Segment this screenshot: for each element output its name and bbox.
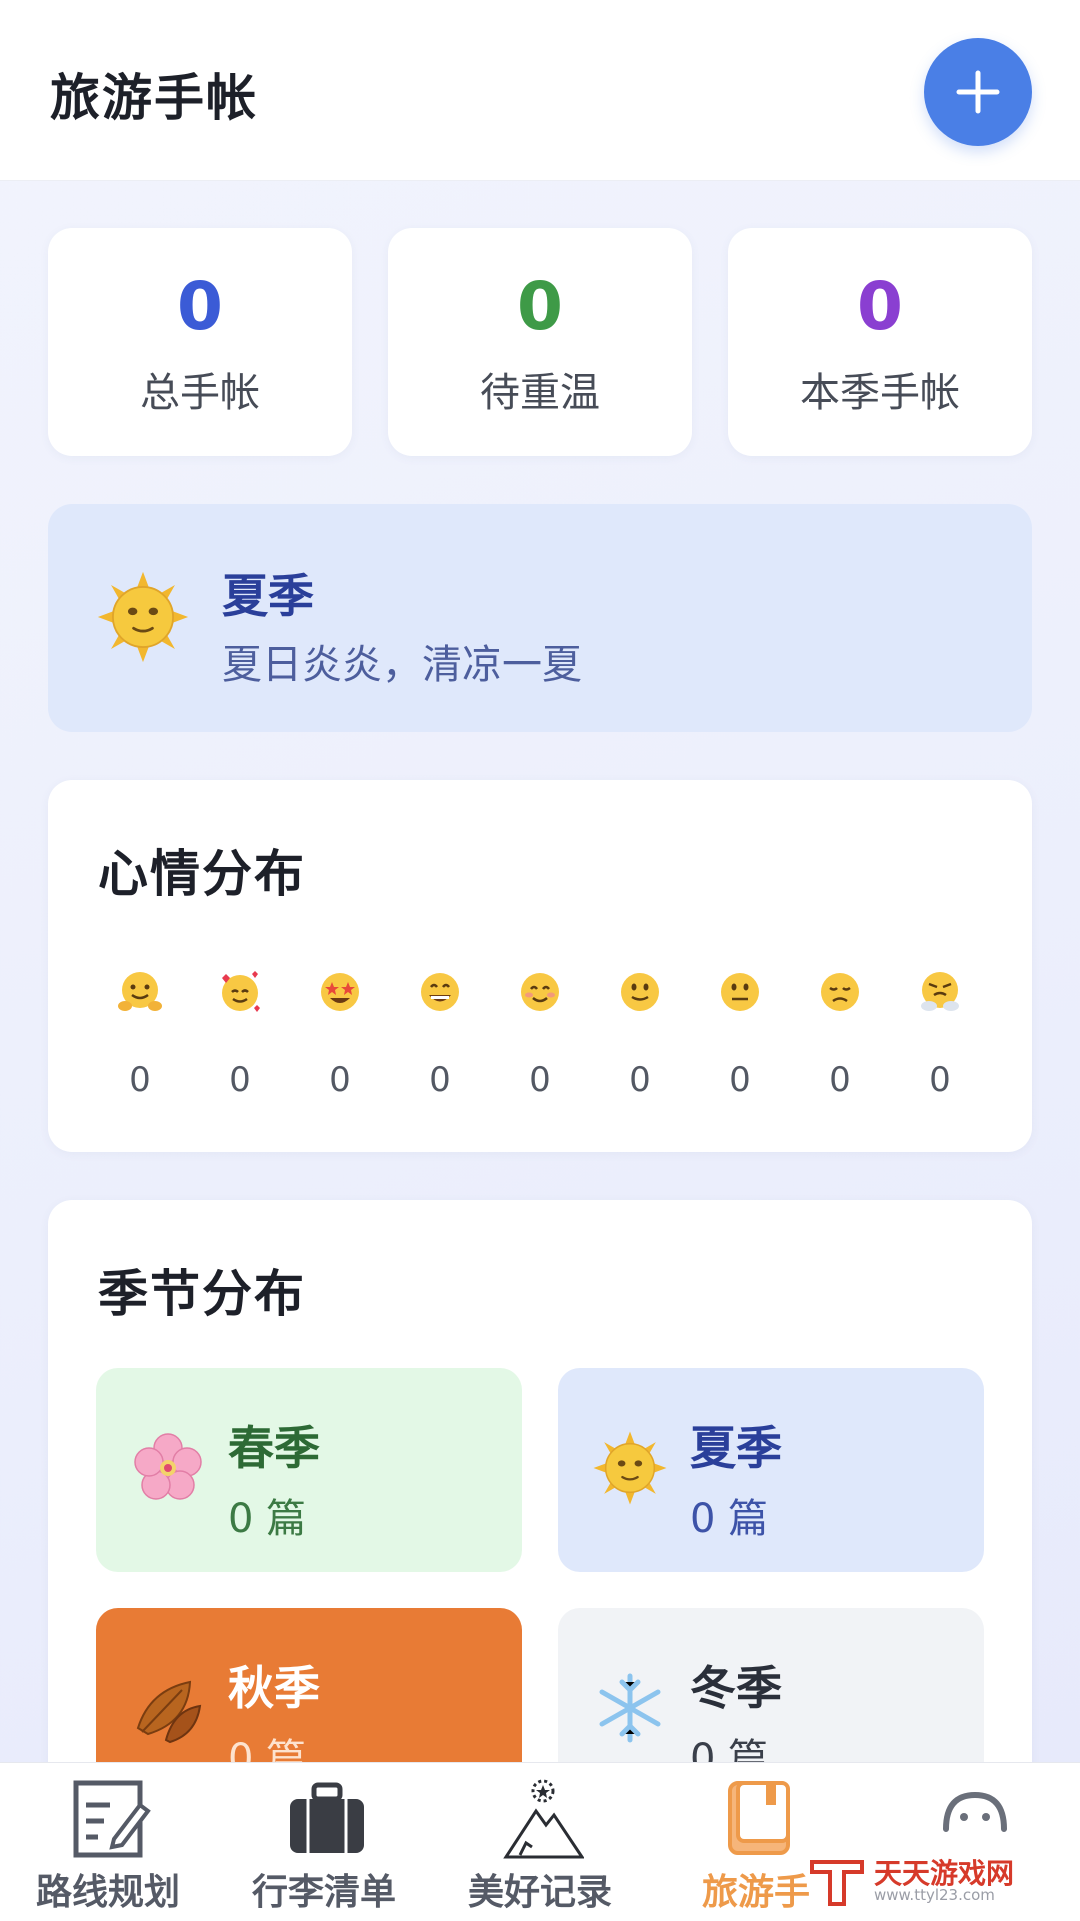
nav-route-plan[interactable]: 路线规划 [0,1763,216,1921]
smiling-face-with-hearts-icon [222,971,260,1012]
mood-count: 0 [729,1060,751,1100]
stat-card-revisit[interactable]: 0 待重温 [388,228,692,456]
watermark: 天天游戏网 www.ttyl23.com [808,1850,1038,1908]
mood-item[interactable]: 0 [900,968,980,1100]
neutral-face-icon [721,973,759,1011]
add-journal-button[interactable] [924,38,1032,146]
stat-label: 待重温 [480,370,600,416]
mood-count: 0 [529,1060,551,1100]
grinning-face-icon [421,973,459,1011]
season-tile-spring[interactable]: 春季 0 篇 [96,1368,522,1572]
nav-label: 美好记录 [467,1872,612,1913]
nav-luggage-list[interactable]: 行李清单 [216,1763,432,1921]
top-bar: 旅游手帐 [0,0,1080,181]
nav-label: 行李清单 [251,1872,396,1913]
mood-item[interactable]: 0 [800,968,880,1100]
page-title: 旅游手帐 [50,69,258,127]
journal-book-icon [728,1781,790,1855]
season-name: 夏季 [222,569,314,623]
robot-face-icon [943,1791,1007,1832]
section-title: 心情分布 [98,845,306,903]
nav-label: 路线规划 [35,1872,180,1913]
stat-card-season[interactable]: 0 本季手帐 [728,228,1032,456]
season-slogan: 夏日炎炎，清凉一夏 [222,642,582,688]
current-season-banner: 夏季 夏日炎炎，清凉一夏 [48,504,1032,732]
mood-distribution-card: 心情分布 0 0 0 0 0 0 0 0 0 [48,780,1032,1152]
season-name: 夏季 [690,1421,782,1475]
mood-count: 0 [129,1060,151,1100]
mood-item[interactable]: 0 [600,968,680,1100]
section-title: 季节分布 [98,1265,306,1323]
hugging-face-icon [118,972,162,1011]
watermark-url: www.ttyl23.com [874,1886,995,1904]
smiling-face-icon [521,973,559,1011]
watermark-logo-icon [810,1860,864,1906]
plus-icon [956,70,1000,114]
route-plan-icon [73,1780,151,1858]
mood-item[interactable]: 0 [500,968,580,1100]
season-name: 春季 [228,1421,320,1475]
stat-card-total[interactable]: 0 总手帐 [48,228,352,456]
stat-value: 0 [857,268,903,345]
mood-item[interactable]: 0 [200,968,280,1100]
season-tile-summer[interactable]: 夏季 0 篇 [558,1368,984,1572]
mood-list: 0 0 0 0 0 0 0 0 0 [48,968,1032,1118]
stat-value: 0 [517,268,563,345]
star-struck-icon [321,973,359,1011]
snowflake-icon [599,1673,661,1743]
mountain-star-icon [503,1779,584,1859]
steam-nose-face-icon [921,972,959,1011]
mood-item[interactable]: 0 [400,968,480,1100]
season-count: 0 篇 [228,1496,307,1542]
mood-count: 0 [229,1060,251,1100]
nav-good-records[interactable]: 美好记录 [432,1763,648,1921]
stat-label: 总手帐 [140,370,260,416]
mood-count: 0 [429,1060,451,1100]
season-name: 冬季 [690,1661,782,1715]
disappointed-face-icon [821,973,859,1011]
season-name: 秋季 [228,1661,320,1715]
cherry-blossom-icon [134,1433,202,1500]
mood-count: 0 [829,1060,851,1100]
suitcase-icon [290,1782,364,1853]
mood-count: 0 [629,1060,651,1100]
mood-item[interactable]: 0 [700,968,780,1100]
sun-face-icon [97,571,189,663]
mood-count: 0 [929,1060,951,1100]
mood-item[interactable]: 0 [300,968,380,1100]
season-distribution-card: 季节分布 春季 0 篇 夏季 0 篇 秋季 0 篇 冬季 0 篇 [48,1200,1032,1820]
sun-face-icon [593,1431,667,1505]
stat-label: 本季手帐 [800,370,960,416]
stat-value: 0 [177,268,223,345]
fallen-leaf-icon [136,1680,202,1744]
slightly-smiling-face-icon [621,973,659,1011]
mood-item[interactable]: 0 [100,968,180,1100]
mood-count: 0 [329,1060,351,1100]
season-count: 0 篇 [690,1496,769,1542]
